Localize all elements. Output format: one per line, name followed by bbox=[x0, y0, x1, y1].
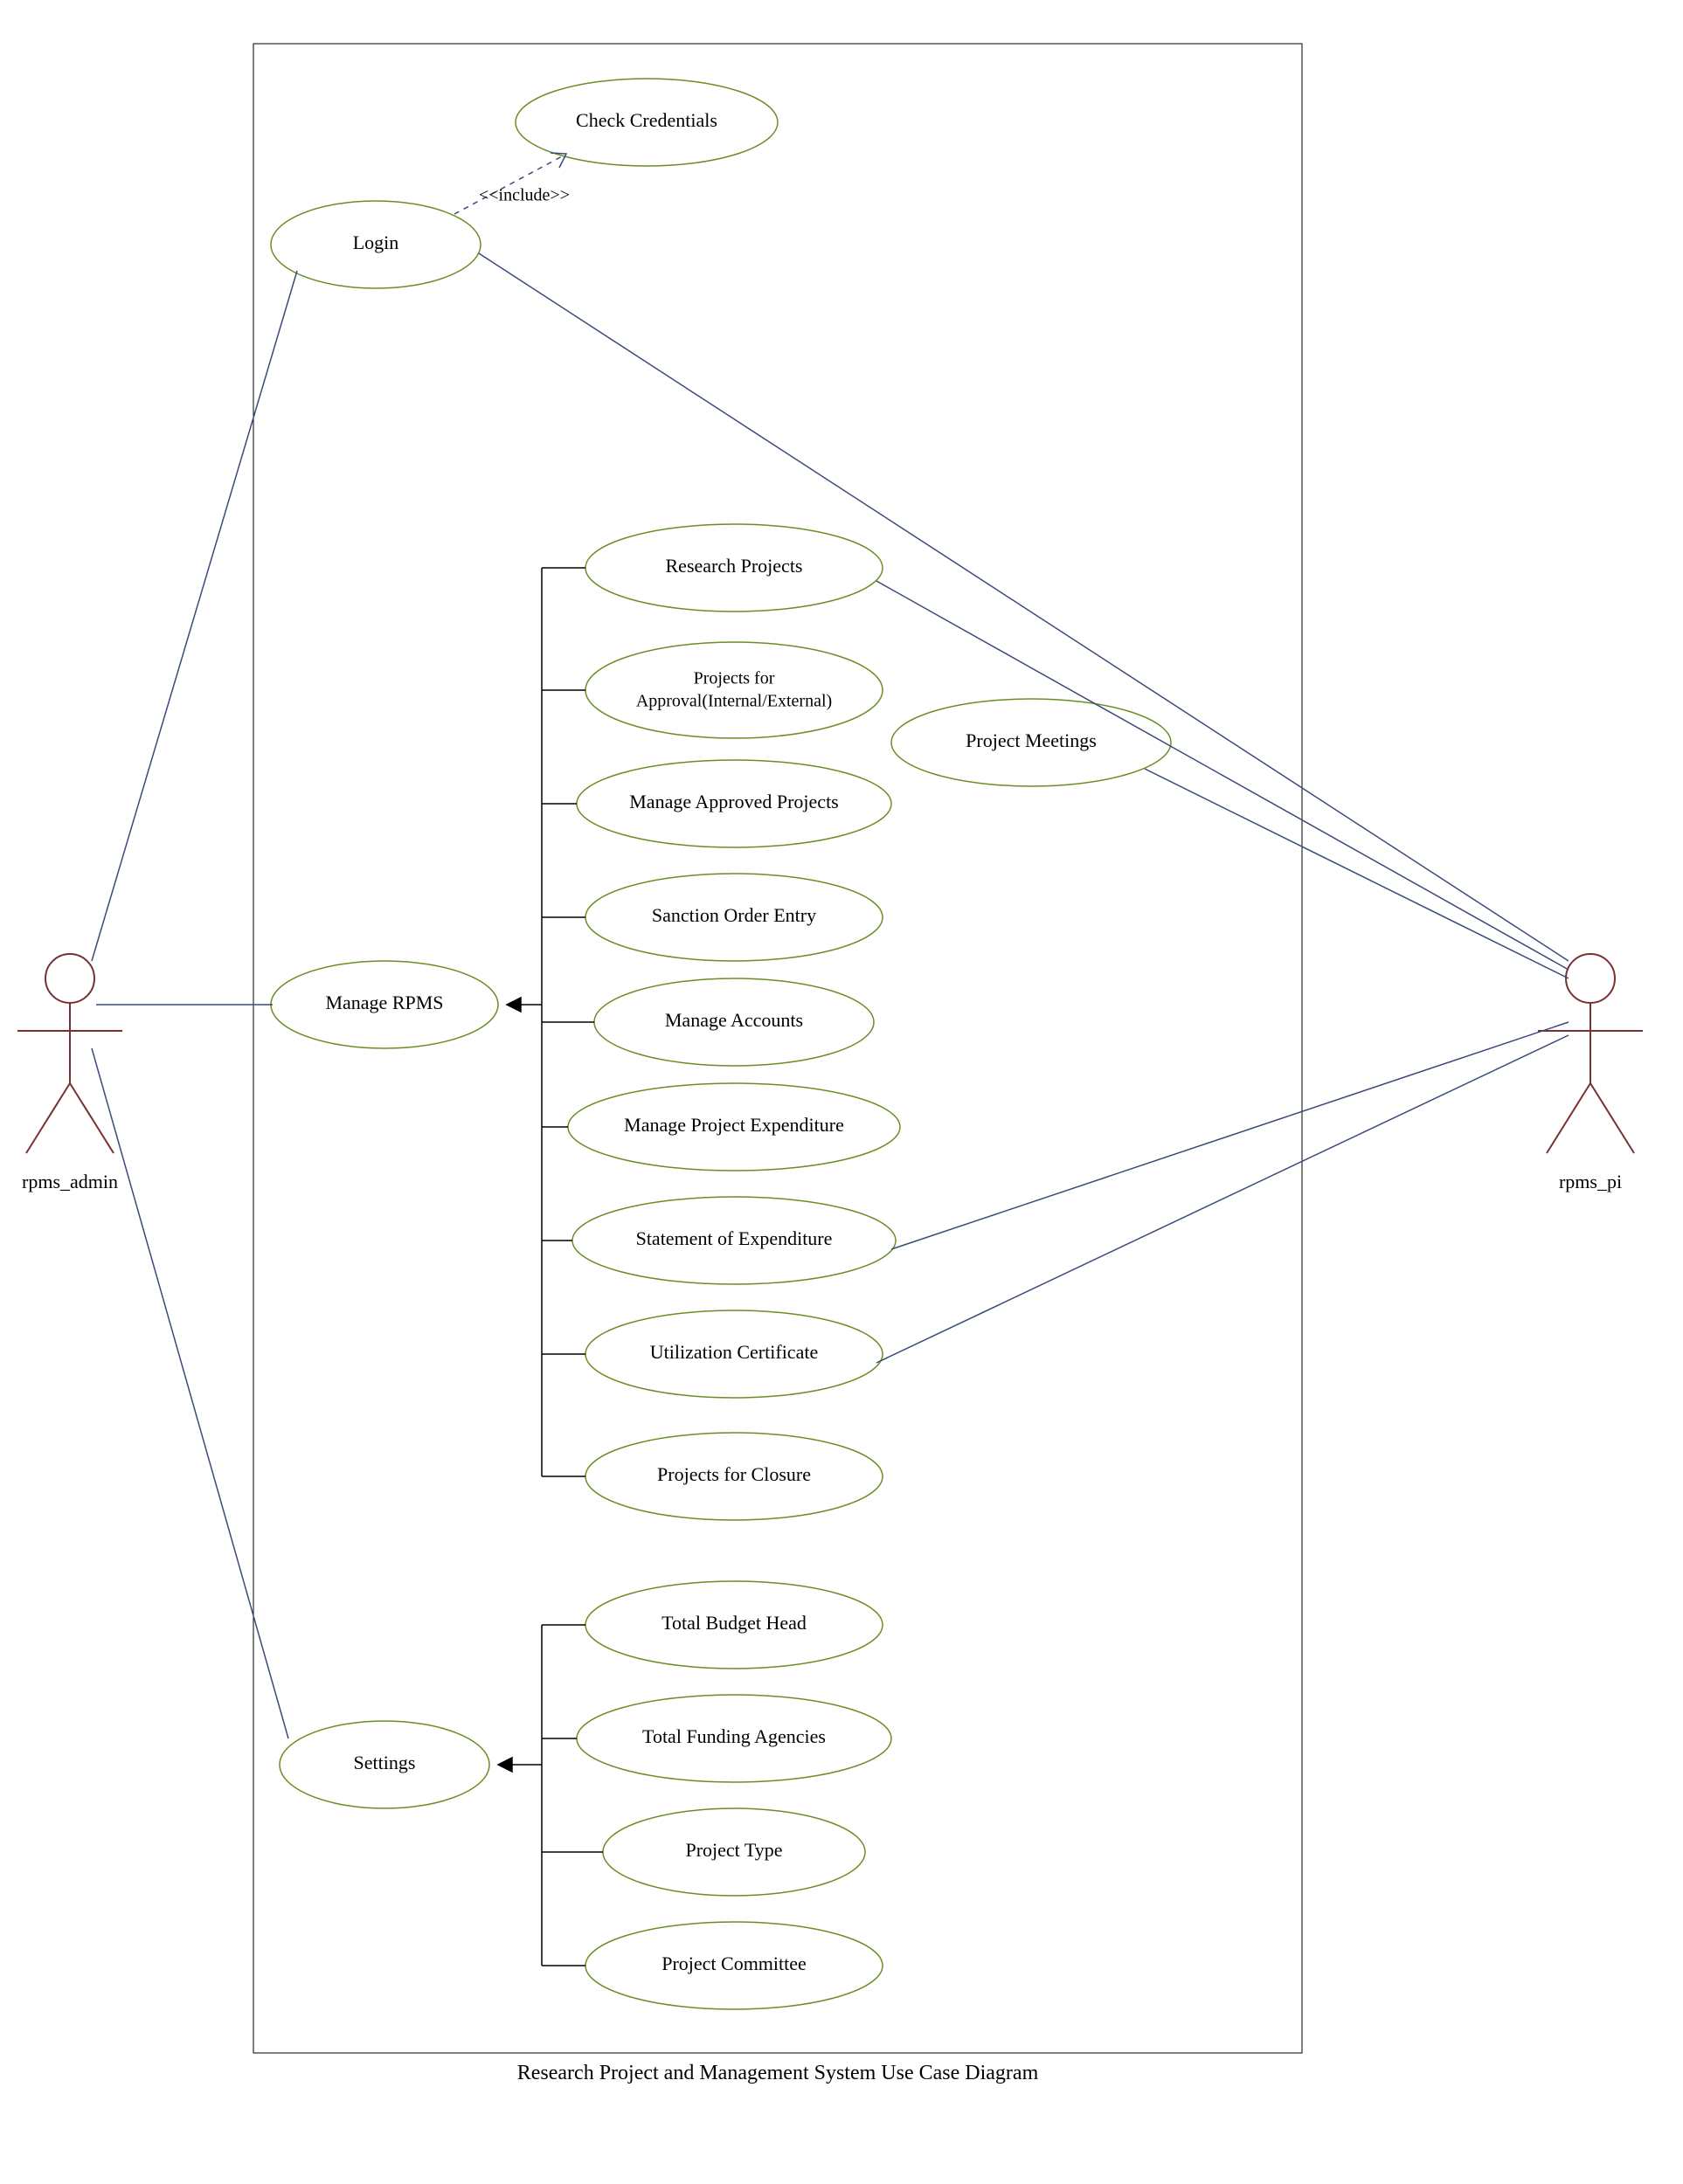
actor-rpms-pi bbox=[1538, 954, 1643, 1153]
usecase-sanction-order-entry-label: Sanction Order Entry bbox=[652, 904, 816, 926]
usecase-projects-for-approval-label-l1: Projects for bbox=[694, 669, 775, 688]
edges-admin bbox=[92, 271, 297, 1738]
actor-rpms-admin bbox=[17, 954, 122, 1153]
usecase-manage-approved-projects-label: Manage Approved Projects bbox=[629, 791, 839, 812]
actor-admin-label: rpms_admin bbox=[22, 1171, 118, 1192]
diagram-caption: Research Project and Management System U… bbox=[517, 2062, 1039, 2084]
tree-settings bbox=[498, 1625, 603, 1966]
usecase-check-credentials-label: Check Credentials bbox=[576, 109, 717, 131]
usecase-project-meetings-label: Project Meetings bbox=[966, 729, 1097, 751]
actor-pi-label: rpms_pi bbox=[1559, 1171, 1622, 1192]
usecase-manage-rpms-label: Manage RPMS bbox=[325, 992, 443, 1013]
usecase-login-label: Login bbox=[353, 232, 399, 253]
usecase-project-committee-label: Project Committee bbox=[661, 1952, 807, 1974]
usecase-utilization-certificate-label: Utilization Certificate bbox=[650, 1341, 818, 1363]
usecase-total-budget-head-label: Total Budget Head bbox=[661, 1612, 807, 1634]
usecase-manage-project-expenditure-label: Manage Project Expenditure bbox=[624, 1114, 844, 1136]
usecase-research-projects-label: Research Projects bbox=[666, 555, 803, 577]
usecase-manage-accounts-label: Manage Accounts bbox=[665, 1009, 803, 1031]
usecase-projects-for-approval-label-l2: Approval(Internal/External) bbox=[636, 692, 832, 711]
edge-include-login-check bbox=[454, 156, 564, 214]
include-label: <<include>> bbox=[479, 186, 570, 205]
use-case-diagram: Research Project and Management System U… bbox=[0, 0, 1683, 2184]
usecase-projects-for-closure-label: Projects for Closure bbox=[657, 1463, 811, 1485]
usecase-statement-of-expenditure-label: Statement of Expenditure bbox=[636, 1227, 833, 1249]
usecase-total-funding-agencies-label: Total Funding Agencies bbox=[642, 1725, 826, 1747]
usecase-projects-for-approval bbox=[585, 642, 883, 738]
usecase-project-type-label: Project Type bbox=[685, 1839, 782, 1861]
tree-manage-rpms bbox=[507, 568, 594, 1476]
usecase-settings-label: Settings bbox=[354, 1752, 416, 1773]
